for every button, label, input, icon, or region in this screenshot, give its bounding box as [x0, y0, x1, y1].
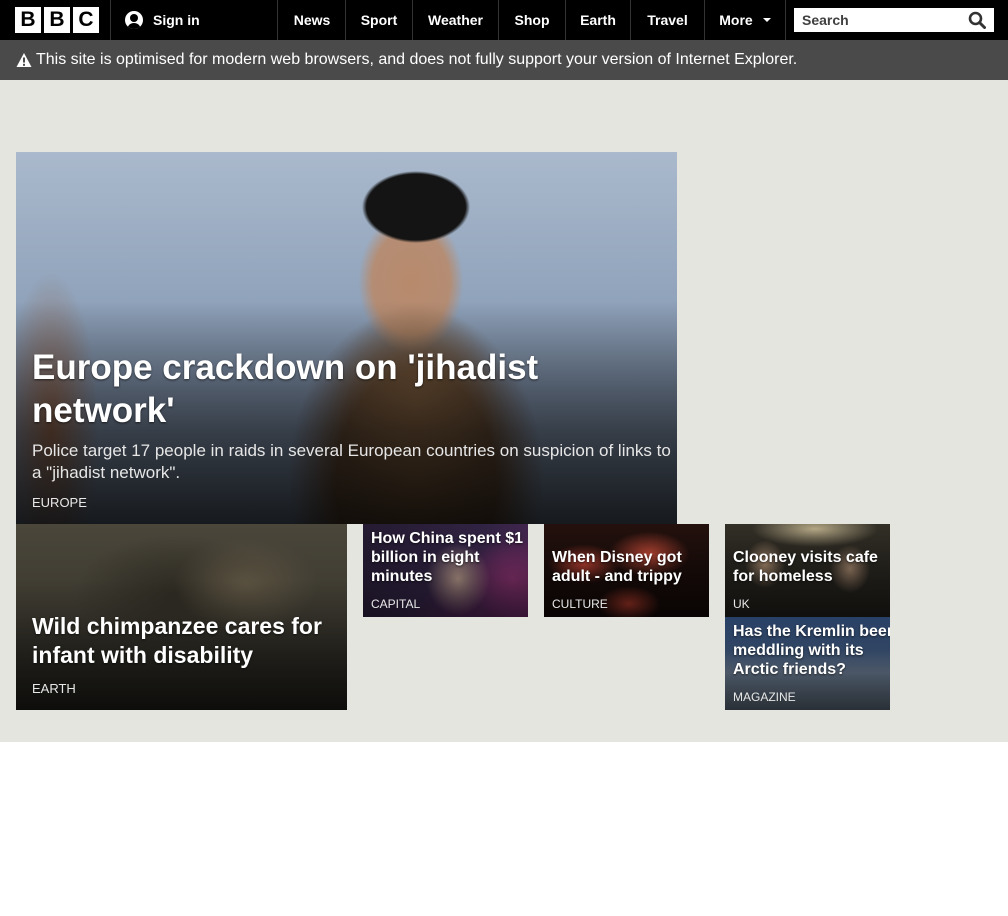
story-card-kremlin[interactable]: Has the Kremlin been meddling with its A… — [725, 617, 890, 710]
story-title: How China spent $1 billion in eight minu… — [371, 530, 524, 585]
browser-warning-text: This site is optimised for modern web br… — [36, 51, 798, 68]
nav-item-weather[interactable]: Weather — [413, 0, 499, 40]
global-nav: B B C Sign in News Sport Weather Shop Ea… — [0, 0, 1008, 40]
story-title: Clooney visits cafe for homeless — [733, 549, 878, 585]
nav-item-more[interactable]: More — [705, 0, 786, 40]
story-title: Has the Kremlin been meddling with its A… — [733, 623, 890, 678]
browser-warning-bar: This site is optimised for modern web br… — [0, 40, 1008, 80]
user-icon — [125, 11, 143, 29]
story-section-label: MAGAZINE — [733, 690, 796, 704]
story-card-chimp[interactable]: Wild chimpanzee cares for infant with di… — [16, 524, 347, 710]
nav-item-shop[interactable]: Shop — [499, 0, 566, 40]
story-section-label: CAPITAL — [371, 597, 421, 611]
caret-down-icon — [762, 18, 771, 22]
search-input[interactable] — [794, 8, 964, 32]
nav-item-earth[interactable]: Earth — [566, 0, 631, 40]
search-icon[interactable] — [968, 11, 986, 29]
hero-summary: Police target 17 people in raids in seve… — [32, 441, 671, 482]
hero-title: Europe crackdown on 'jihadist network' — [32, 348, 539, 430]
story-card-china[interactable]: How China spent $1 billion in eight minu… — [363, 524, 528, 617]
sign-in-label: Sign in — [153, 12, 200, 28]
story-section-label: UK — [733, 597, 750, 611]
story-section-label: CULTURE — [552, 597, 608, 611]
sign-in-link[interactable]: Sign in — [110, 0, 278, 40]
nav-item-sport[interactable]: Sport — [346, 0, 413, 40]
nav-more-label: More — [719, 12, 753, 28]
logo-letter: B — [44, 7, 70, 33]
hero-section-label: EUROPE — [32, 495, 87, 510]
warning-icon — [16, 53, 32, 67]
main-nav: News Sport Weather Shop Earth Travel Mor… — [279, 0, 786, 40]
nav-item-travel[interactable]: Travel — [631, 0, 705, 40]
logo-letter: C — [73, 7, 99, 33]
story-section-label: EARTH — [32, 681, 76, 696]
story-card-disney[interactable]: When Disney got adult - and trippy CULTU… — [544, 524, 709, 617]
logo-letter: B — [15, 7, 41, 33]
story-card-clooney[interactable]: Clooney visits cafe for homeless UK — [725, 524, 890, 617]
story-title: Wild chimpanzee cares for infant with di… — [32, 613, 322, 668]
bbc-logo[interactable]: B B C — [15, 7, 99, 33]
search-box — [794, 8, 994, 32]
nav-item-news[interactable]: News — [279, 0, 346, 40]
story-title: When Disney got adult - and trippy — [552, 549, 682, 585]
hero-story[interactable]: Europe crackdown on 'jihadist network' P… — [16, 152, 677, 524]
